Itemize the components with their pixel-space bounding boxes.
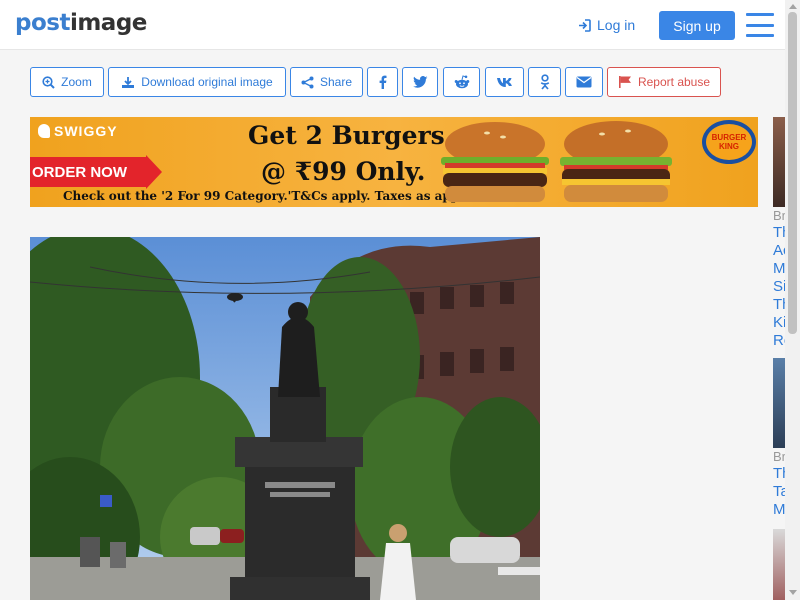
related-title-line[interactable]: Th	[773, 224, 785, 242]
search-plus-icon	[42, 75, 55, 89]
signup-button[interactable]: Sign up	[659, 11, 735, 40]
ad-order-arrow	[146, 155, 162, 189]
related-source: Br	[773, 208, 785, 223]
menu-icon[interactable]	[746, 13, 774, 37]
related-thumbnail[interactable]	[773, 358, 785, 448]
email-icon	[576, 76, 592, 88]
reddit-icon	[454, 75, 469, 89]
scroll-down-arrow-icon[interactable]	[789, 590, 797, 595]
share-icon	[301, 76, 314, 88]
logo-post-text: post	[15, 10, 70, 36]
top-navbar: postimage Log in Sign up	[0, 0, 800, 50]
flag-icon	[618, 76, 631, 88]
facebook-share-button[interactable]	[367, 67, 398, 97]
download-label: Download original image	[141, 75, 273, 89]
burger-image	[441, 122, 549, 202]
twitter-share-button[interactable]	[402, 67, 438, 97]
related-title-line[interactable]: Ro	[773, 332, 785, 350]
ad-brand-text: SWIGGY	[54, 123, 118, 139]
twitter-icon	[412, 75, 427, 88]
advertisement-banner[interactable]: SWIGGY ORDER NOW Get 2 Burgers @ ₹99 Onl…	[30, 117, 758, 207]
vk-icon	[496, 77, 512, 87]
burger-image	[560, 121, 672, 202]
swiggy-pin-icon	[38, 124, 50, 138]
related-images-sidebar: Br Th Ac M Si Th Ki Ro Br Th Ta M	[773, 117, 785, 600]
related-title-line[interactable]: M	[773, 501, 785, 519]
related-thumbnail[interactable]	[773, 529, 785, 600]
download-icon	[122, 76, 135, 88]
page-scrollbar[interactable]	[785, 0, 800, 600]
sign-in-icon	[579, 18, 591, 32]
login-link[interactable]: Log in	[578, 15, 635, 35]
related-title-line[interactable]: Th	[773, 465, 785, 483]
share-label: Share	[319, 75, 353, 89]
report-abuse-button[interactable]: Report abuse	[607, 67, 721, 97]
reddit-share-button[interactable]	[443, 67, 480, 97]
burger-king-logo: BURGER KING	[702, 120, 756, 164]
related-title-line[interactable]: Ki	[773, 314, 785, 332]
report-abuse-label: Report abuse	[637, 75, 711, 89]
ad-order-now-button[interactable]: ORDER NOW	[30, 157, 146, 187]
share-button[interactable]: Share	[290, 67, 363, 97]
vk-share-button[interactable]	[485, 67, 524, 97]
zoom-label: Zoom	[61, 75, 92, 89]
facebook-icon	[379, 75, 387, 89]
ad-headline: Get 2 Burgers	[248, 121, 445, 150]
swiggy-logo: SWIGGY	[38, 123, 118, 139]
ad-price: @ ₹99 Only.	[261, 157, 426, 186]
download-original-button[interactable]: Download original image	[108, 67, 286, 97]
postimage-logo[interactable]: postimage	[15, 9, 147, 37]
odnoklassniki-share-button[interactable]	[528, 67, 561, 97]
login-label: Log in	[597, 17, 636, 33]
related-source: Br	[773, 449, 785, 464]
odnoklassniki-icon	[540, 74, 549, 90]
related-title-line[interactable]: M	[773, 260, 785, 278]
related-title-line[interactable]: Th	[773, 296, 785, 314]
scrollbar-thumb[interactable]	[788, 12, 797, 334]
email-share-button[interactable]	[565, 67, 603, 97]
scroll-up-arrow-icon[interactable]	[789, 4, 797, 9]
zoom-button[interactable]: Zoom	[30, 67, 104, 97]
logo-image-text: image	[69, 10, 147, 36]
related-thumbnail[interactable]	[773, 117, 785, 207]
bk-line2: KING	[719, 142, 739, 151]
related-title-line[interactable]: Ac	[773, 242, 785, 260]
related-title-line[interactable]: Ta	[773, 483, 785, 501]
main-image[interactable]	[30, 237, 540, 600]
related-title-line[interactable]: Si	[773, 278, 785, 296]
bk-line1: BURGER	[711, 133, 747, 142]
